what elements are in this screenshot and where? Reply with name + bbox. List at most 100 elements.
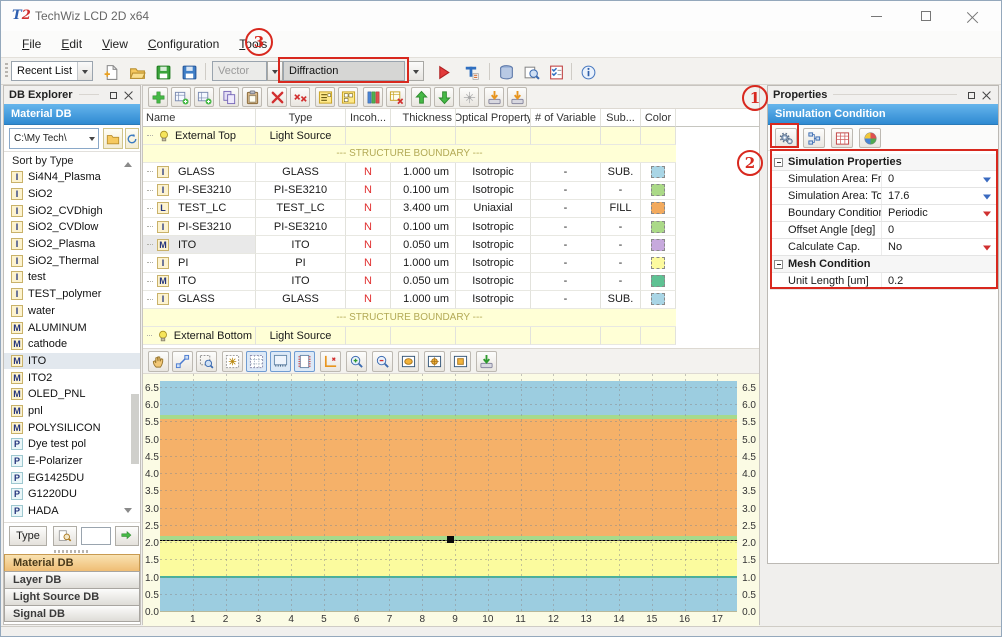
num-variable-cell[interactable]: -	[531, 273, 601, 291]
refresh-icon[interactable]	[125, 128, 139, 149]
copy-icon[interactable]	[219, 87, 239, 107]
material-item[interactable]: ITEST_polymer	[4, 286, 140, 303]
filter-input[interactable]	[81, 527, 111, 545]
num-variable-cell[interactable]: -	[531, 236, 601, 254]
dropdown-arrow-icon[interactable]	[983, 211, 991, 220]
table-row[interactable]: --- STRUCTURE BOUNDARY ---	[143, 145, 759, 163]
material-item[interactable]: Itest	[4, 269, 140, 286]
incoherent-cell[interactable]: N	[346, 273, 391, 291]
export-icon[interactable]	[484, 87, 504, 107]
collapse-icon[interactable]	[774, 260, 783, 269]
y-axis-ticks-icon[interactable]	[294, 351, 315, 372]
sub-cell[interactable]: -	[601, 218, 641, 236]
color-swatch[interactable]	[651, 184, 665, 196]
thickness-cell[interactable]	[391, 327, 456, 345]
col-sub[interactable]: Sub...	[601, 109, 641, 127]
layer-name-cell[interactable]: External Top	[143, 127, 256, 145]
apply-filter-icon[interactable]	[115, 526, 139, 546]
maximize-button[interactable]	[906, 5, 946, 27]
incoherent-cell[interactable]: N	[346, 182, 391, 200]
optical-property-cell[interactable]: Isotropic	[456, 236, 531, 254]
num-variable-cell[interactable]	[531, 127, 601, 145]
material-item[interactable]: ISiO2_Thermal	[4, 252, 140, 269]
pattern-icon[interactable]	[222, 351, 243, 372]
property-value[interactable]: 17.6	[882, 188, 996, 204]
layer-type-cell[interactable]: Light Source	[256, 327, 346, 345]
property-value[interactable]: 0	[882, 222, 996, 238]
nav-layer-db[interactable]: Layer DB	[4, 571, 140, 588]
measure-icon[interactable]	[172, 351, 193, 372]
layer-name-cell[interactable]: IGLASS	[143, 163, 256, 181]
color-cell[interactable]	[641, 273, 676, 291]
material-item[interactable]: ISiO2	[4, 186, 140, 203]
incoherent-cell[interactable]: N	[346, 218, 391, 236]
table-row[interactable]: External TopLight Source	[143, 127, 759, 145]
table-row[interactable]: LTEST_LCTEST_LCN3.400 umUniaxial-FILL	[143, 200, 759, 218]
layer-name-cell[interactable]: IPI-SE3210	[143, 182, 256, 200]
num-variable-cell[interactable]	[531, 327, 601, 345]
sort-by-type-header[interactable]: Sort by Type	[4, 152, 140, 169]
sub-cell[interactable]	[601, 127, 641, 145]
columns-icon[interactable]	[363, 87, 383, 107]
table-row[interactable]: MITOITON0.050 umIsotropic--	[143, 273, 759, 291]
color-swatch[interactable]	[651, 275, 665, 287]
color-cell[interactable]	[641, 218, 676, 236]
type-filter-button[interactable]: Type	[9, 526, 47, 546]
run-simulator-icon[interactable]	[461, 62, 481, 82]
close-panel-button[interactable]	[980, 89, 993, 101]
material-item[interactable]: ISiO2_Plasma	[4, 236, 140, 253]
delete-icon[interactable]	[267, 87, 287, 107]
fit-all-icon[interactable]	[424, 351, 445, 372]
nav-signal-db[interactable]: Signal DB	[4, 605, 140, 622]
color-cell[interactable]	[641, 327, 676, 345]
material-item[interactable]: ISiO2_CVDlow	[4, 219, 140, 236]
property-value[interactable]: Periodic	[882, 205, 996, 221]
incoherent-cell[interactable]	[346, 127, 391, 145]
float-panel-button[interactable]	[107, 89, 120, 101]
property-group-header[interactable]: Mesh Condition	[770, 256, 996, 273]
sub-cell[interactable]: SUB.	[601, 163, 641, 181]
thickness-cell[interactable]: 0.100 um	[391, 218, 456, 236]
dropdown-arrow-icon[interactable]	[983, 194, 991, 203]
layer-name-cell[interactable]: IPI	[143, 254, 256, 272]
property-value[interactable]: 0	[882, 171, 996, 187]
material-item[interactable]: MPOLYSILICON	[4, 419, 140, 436]
chevron-up-icon[interactable]	[124, 158, 132, 167]
sub-cell[interactable]: SUB.	[601, 291, 641, 309]
sub-cell[interactable]: -	[601, 254, 641, 272]
menu-view[interactable]: View	[93, 34, 137, 54]
layer-name-cell[interactable]: IGLASS	[143, 291, 256, 309]
num-variable-cell[interactable]: -	[531, 291, 601, 309]
menu-tools[interactable]: Tools	[230, 34, 276, 54]
table-row[interactable]: MITOITON0.050 umIsotropic--	[143, 236, 759, 254]
mode-combo[interactable]: Diffraction	[283, 61, 405, 81]
color-cell[interactable]	[641, 182, 676, 200]
col-type[interactable]: Type	[256, 109, 346, 127]
thickness-cell[interactable]: 1.000 um	[391, 163, 456, 181]
layer-band-test-lc[interactable]	[160, 419, 737, 536]
color-settings-icon[interactable]	[859, 128, 881, 148]
sub-cell[interactable]: -	[601, 236, 641, 254]
menu-edit[interactable]: Edit	[52, 34, 91, 54]
add-row-icon[interactable]	[148, 87, 168, 107]
optical-property-cell[interactable]: Isotropic	[456, 218, 531, 236]
col-incoherent[interactable]: Incoh...	[346, 109, 391, 127]
save-icon[interactable]	[153, 62, 173, 82]
num-variable-cell[interactable]: -	[531, 254, 601, 272]
col-color[interactable]: Color	[641, 109, 676, 127]
sub-cell[interactable]: -	[601, 182, 641, 200]
col-num-variable[interactable]: # of Variable	[531, 109, 601, 127]
material-item[interactable]: MOLED_PNL	[4, 386, 140, 403]
material-item[interactable]: PHADA	[4, 503, 140, 520]
simulation-settings-icon[interactable]	[775, 128, 797, 148]
color-swatch[interactable]	[651, 166, 665, 178]
zoom-select-icon[interactable]	[196, 351, 217, 372]
table-row[interactable]: --- STRUCTURE BOUNDARY ---	[143, 309, 759, 327]
folder-icon[interactable]	[103, 128, 123, 149]
layer-type-cell[interactable]: PI-SE3210	[256, 218, 346, 236]
num-variable-cell[interactable]: -	[531, 163, 601, 181]
property-value[interactable]: 0.2	[882, 273, 996, 289]
incoherent-cell[interactable]: N	[346, 163, 391, 181]
col-optical-property[interactable]: Optical Property	[456, 109, 531, 127]
tree-view-icon[interactable]	[803, 128, 825, 148]
